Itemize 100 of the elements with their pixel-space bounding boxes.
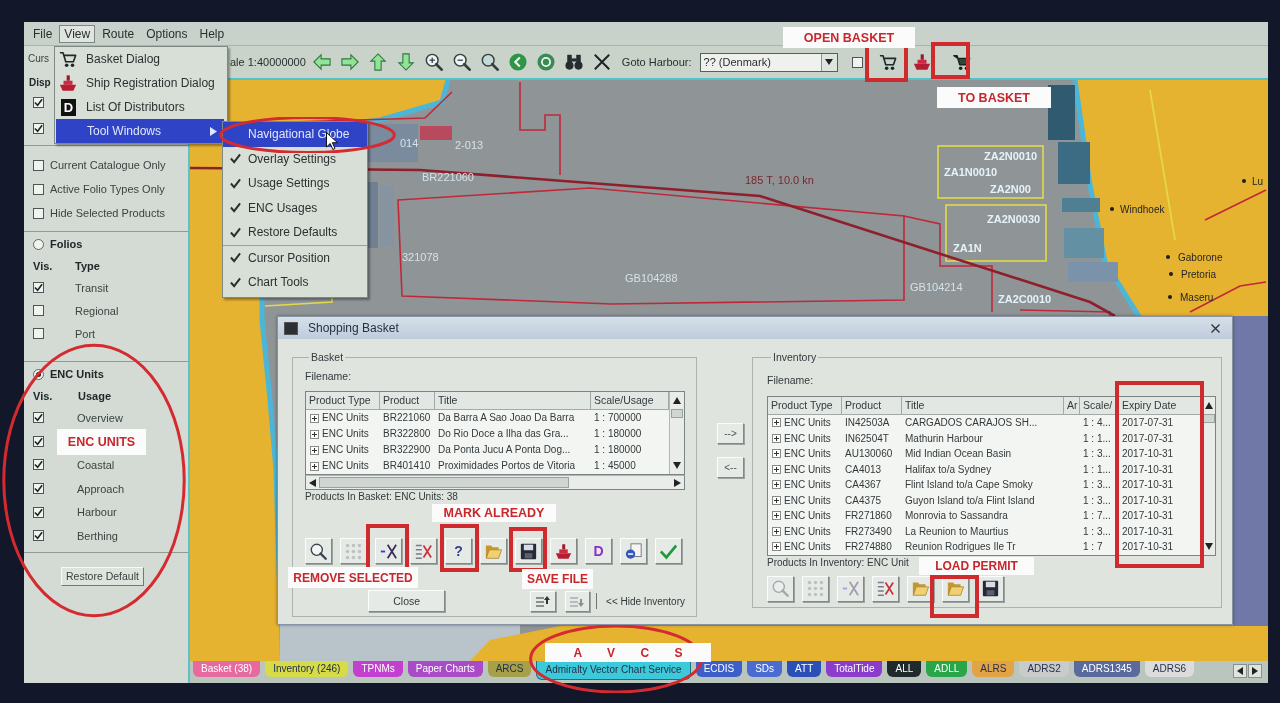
checkbox[interactable] [33,412,44,424]
menu-item[interactable]: Tool Windows [56,119,224,143]
checkbox[interactable] [33,183,44,195]
table-cell-text: 2017-07-31 [1121,416,1175,430]
expand-icon[interactable] [310,413,319,423]
arrow-left-button[interactable] [310,51,333,73]
checkbox[interactable] [33,282,44,293]
tab[interactable]: ARCS [487,661,532,677]
scrollbar-thumb[interactable] [1202,414,1215,423]
menu-item[interactable]: Route [97,24,140,43]
expand-icon[interactable] [310,429,319,439]
scrollbar-thumb[interactable] [319,477,569,488]
tab[interactable]: ADRS2 [1019,661,1069,677]
menu-item[interactable]: Usage Settings [223,171,367,196]
checkbox[interactable] [33,459,44,471]
transfer-button[interactable]: <-- [717,457,744,478]
menu-item[interactable]: Basket Dialog [55,47,227,71]
clear-button[interactable] [872,575,899,602]
expand-icon[interactable] [772,542,781,552]
column-header[interactable]: Product Type [768,397,842,415]
radio-button[interactable] [33,238,44,250]
expand-icon[interactable] [772,495,781,505]
tab[interactable]: Paper Charts [407,661,483,677]
menu-item[interactable]: View [59,24,96,43]
column-header[interactable]: Title [435,392,591,410]
menu-item[interactable]: Help [194,24,230,43]
expand-icon[interactable] [772,418,781,428]
tab[interactable]: ECDIS [695,661,743,677]
tab[interactable]: ATT [787,661,822,677]
menu-item[interactable]: D List Of Distributors [55,95,227,119]
arrow-up-button[interactable] [366,51,389,73]
expand-icon[interactable] [772,526,781,536]
tab[interactable]: TPNMs [353,661,403,677]
checkbox[interactable] [33,96,44,108]
checkbox[interactable] [33,530,44,542]
checkbox[interactable] [33,159,44,171]
hide-inventory-link[interactable]: << Hide Inventory [606,595,685,607]
menu-item[interactable]: Overlay Settings [223,146,367,171]
vertical-scrollbar[interactable] [669,392,684,474]
ship-button[interactable] [550,538,577,564]
tab[interactable]: Inventory (246) [265,661,349,677]
confirm-button[interactable] [655,538,682,564]
column-header[interactable]: Expiry Date [1119,397,1201,415]
checkbox[interactable] [33,435,44,447]
scrollbar-thumb[interactable] [671,409,683,418]
expand-icon[interactable] [772,449,781,459]
checkbox[interactable] [33,122,44,134]
tab[interactable]: ADRS6 [1144,661,1195,677]
checkbox[interactable] [33,328,44,339]
remove-button[interactable] [375,538,402,564]
tab[interactable]: TotalTide [826,661,883,677]
column-header[interactable]: Product [842,397,902,415]
column-header[interactable]: Ar [1064,397,1080,415]
harbour-dropdown[interactable]: ?? (Denmark) [699,52,838,72]
search-button[interactable] [305,538,332,564]
scroll-left-button[interactable] [1233,664,1247,678]
restore-default-button[interactable]: Restore Default [61,566,144,586]
menu-item[interactable]: Options [141,24,193,43]
open-button[interactable] [480,538,507,564]
checkbox[interactable] [33,506,44,518]
menu-item[interactable]: File [28,24,58,43]
expand-icon[interactable] [772,464,781,474]
horizontal-scrollbar[interactable] [305,475,685,490]
arrow-right-button[interactable] [338,51,361,73]
checkbox[interactable] [33,207,44,219]
column-header[interactable]: Scale/Usage [591,392,669,410]
save-button[interactable] [977,575,1004,602]
scroll-right-button[interactable] [1248,664,1262,678]
expand-icon[interactable] [772,511,781,521]
expand-icon[interactable] [772,433,781,443]
mark-button[interactable]: ? [445,538,472,564]
arrow-down-button[interactable] [394,51,417,73]
column-header[interactable]: Product [380,392,435,410]
tab[interactable]: ADRS1345 [1073,661,1140,677]
export-button[interactable] [620,538,647,564]
transfer-button[interactable]: --> [717,423,744,444]
checkbox[interactable] [33,483,44,495]
menu-item[interactable]: Restore Defaults [223,220,367,245]
expand-icon[interactable] [772,480,781,490]
menu-item[interactable]: Navigational Globe [223,122,367,147]
clear-button[interactable] [410,538,437,564]
tab[interactable]: SDs [747,661,783,677]
expand-icon[interactable] [310,445,319,455]
table-cell-text: ENC Units [784,493,831,508]
tab[interactable]: ALL [887,661,922,677]
column-header[interactable]: Title [902,397,1064,415]
checkbox[interactable] [851,56,863,68]
distributor-button[interactable]: D [585,538,612,564]
save-button[interactable] [515,538,542,564]
column-header[interactable]: Product Type [306,392,380,410]
menu-item[interactable]: Chart Tools [223,270,367,295]
tab[interactable]: ALRS [972,661,1015,677]
checkbox[interactable] [33,305,44,316]
close-dialog-button[interactable]: Close [368,590,446,612]
move-button[interactable] [530,590,556,612]
menu-item[interactable]: ENC Usages [223,195,367,220]
table-cell-text: ENC Units [322,443,369,457]
expand-icon[interactable] [310,461,319,471]
menu-item[interactable]: Cursor Position [223,245,367,270]
menu-item[interactable]: Ship Registration Dialog [55,71,227,95]
